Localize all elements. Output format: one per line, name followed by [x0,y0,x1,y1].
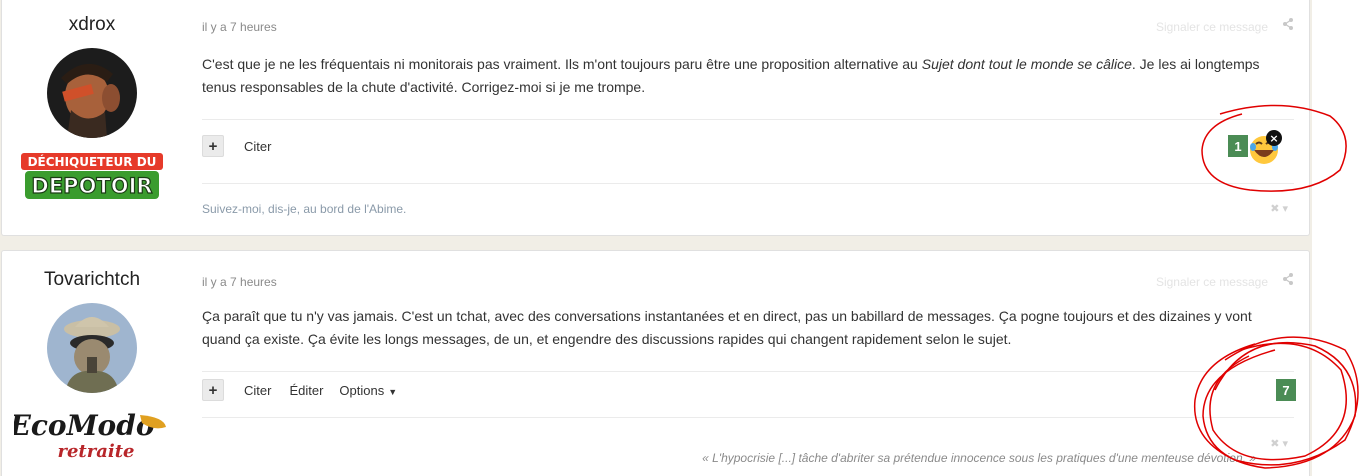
quote-button[interactable]: Citer [244,139,271,154]
post-body: Ça paraît que tu n'y vas jamais. C'est u… [202,308,1252,347]
divider [202,183,1294,184]
author-name[interactable]: Tovarichtch [2,269,182,291]
edit-button[interactable]: Éditer [289,383,323,398]
divider [202,119,1294,120]
avatar[interactable] [47,303,137,393]
rank-image-dechiqueteur: DÉCHIQUETEUR DU DEPOTOIR [21,153,163,199]
share-icon[interactable] [1282,18,1294,33]
multiquote-button[interactable]: + [202,379,224,401]
avatar[interactable] [47,48,137,138]
author-panel: xdrox DÉCHIQUETEUR DU DEPOTOIR [2,0,182,202]
divider [202,417,1294,418]
rank-line-2: retraite [57,441,134,462]
post-controls: + Citer [202,135,271,157]
post-body: C'est que je ne les fréquentais ni monit… [202,56,1260,95]
topic-title: Sujet dont tout le monde se câlice [921,56,1132,72]
plus-icon: + [208,137,218,155]
options-menu[interactable]: Options ▼ [339,383,397,398]
report-link[interactable]: Signaler ce message [1156,275,1268,289]
signature-toggle-icon[interactable]: ✖ ▾ [1270,437,1288,450]
reaction-count[interactable]: 7 [1276,379,1296,401]
laughing-face-icon[interactable]: × [1248,130,1284,166]
post-xdrox: xdrox DÉCHIQUETEUR DU DEPOTOIR il y a 7 … [1,0,1310,236]
author-panel: Tovarichtch EcoModo retraite [2,251,182,465]
author-name[interactable]: xdrox [2,14,182,36]
quote-button[interactable]: Citer [244,383,271,398]
reaction-count[interactable]: 1 [1228,135,1248,157]
report-link[interactable]: Signaler ce message [1156,20,1268,34]
close-icon: × [1269,132,1278,145]
rank-line-1: EcoModo [14,409,155,442]
post-time[interactable]: il y a 7 heures [202,275,277,289]
signature-toggle-icon[interactable]: ✖ ▾ [1270,202,1288,215]
plus-icon: + [208,381,218,399]
caret-down-icon: ▼ [388,386,398,397]
rank-line-2: DEPOTOIR [31,174,152,198]
rank-line-1: DÉCHIQUETEUR DU [28,154,157,169]
post-tovarichtch: Tovarichtch EcoModo retraite il y a 7 he… [1,250,1310,476]
signature: « L'hypocrisie [...] tâche d'abriter sa … [702,451,1256,465]
post-time[interactable]: il y a 7 heures [202,20,277,34]
divider [202,371,1294,372]
post-controls: + Citer Éditer Options ▼ [202,379,397,401]
share-icon[interactable] [1282,273,1294,288]
multiquote-button[interactable]: + [202,135,224,157]
rank-image-ecomodo: EcoModo retraite [14,409,166,462]
signature: Suivez-moi, dis-je, au bord de l'Abime. [202,202,407,216]
